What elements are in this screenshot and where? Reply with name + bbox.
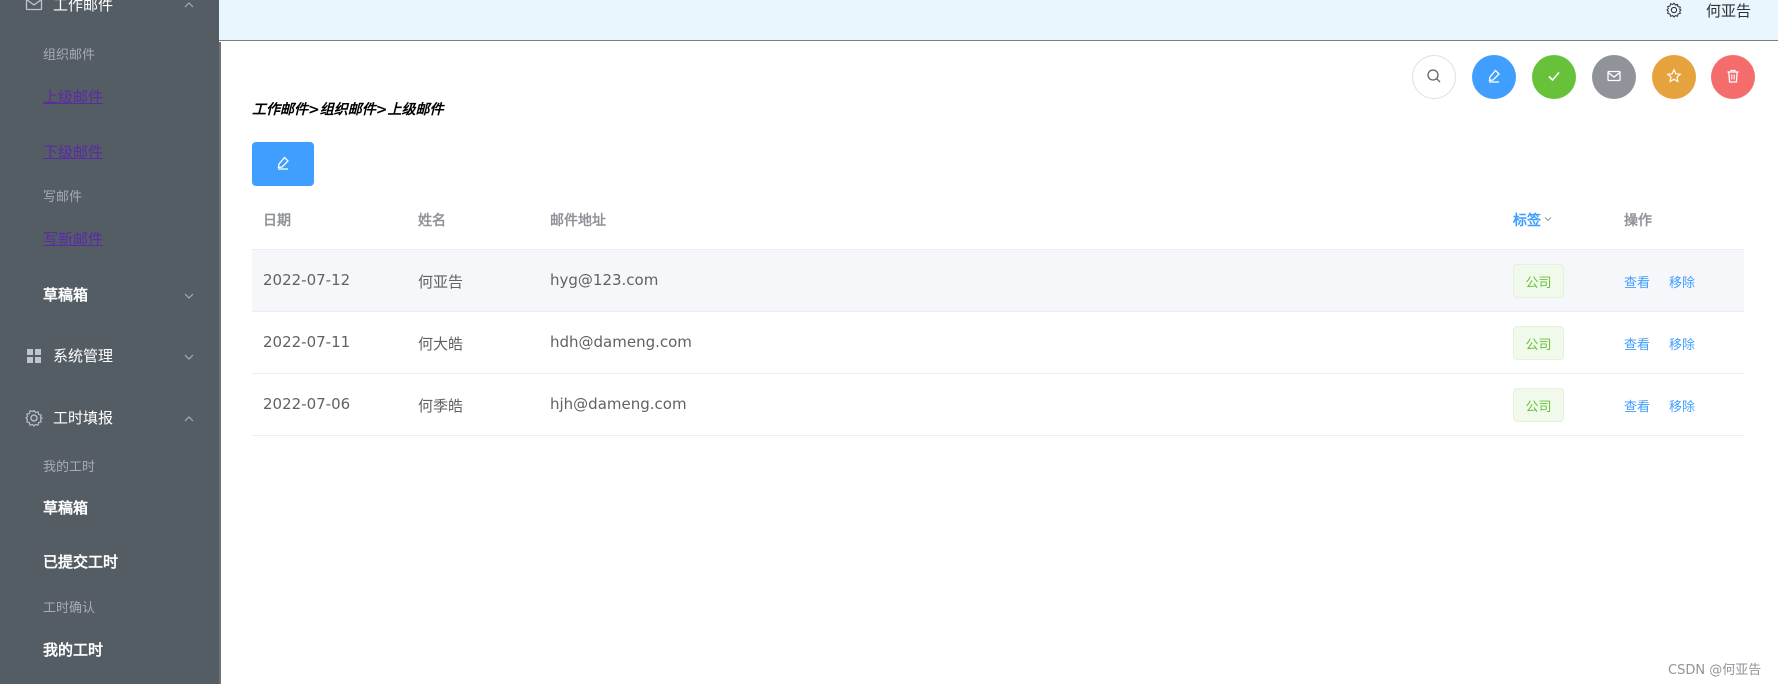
remove-button[interactable]: 移除 (1669, 334, 1695, 353)
star-circle-button[interactable] (1652, 55, 1696, 99)
edit-circle-button[interactable] (1472, 55, 1516, 99)
search-button[interactable] (1412, 55, 1456, 99)
chevron-up-icon (183, 411, 195, 423)
breadcrumb: 工作邮件>组织邮件>上级邮件 (252, 102, 444, 118)
chevron-down-icon (183, 349, 195, 361)
chevron-up-icon (183, 0, 195, 9)
top-header: 何亚告 (219, 0, 1778, 41)
cell-date: 2022-07-12 (263, 271, 351, 289)
tag-badge: 公司 (1513, 326, 1564, 360)
confirm-circle-button[interactable] (1532, 55, 1576, 99)
cell-name: 何季皓 (418, 397, 464, 415)
view-button[interactable]: 查看 (1624, 334, 1650, 353)
column-header-tag-label: 标签 (1513, 213, 1541, 229)
edit-button[interactable] (252, 142, 314, 186)
sidebar-item-subordinate-mail[interactable]: 下级邮件 (43, 141, 103, 162)
edit-icon (1486, 68, 1502, 87)
remove-button[interactable]: 移除 (1669, 396, 1695, 415)
sidebar-item-drafts-hours[interactable]: 草稿箱 (43, 497, 88, 518)
chevron-down-icon (1543, 212, 1553, 228)
mail-icon (24, 0, 44, 14)
cell-date: 2022-07-06 (263, 395, 351, 413)
sidebar-group-label: 工作邮件 (53, 0, 114, 14)
trash-icon (1725, 68, 1741, 87)
sidebar-item-new-mail[interactable]: 写新邮件 (43, 228, 103, 249)
table-row: 2022-07-12 何亚告 hyg@123.com 公司 查看 移除 (252, 250, 1744, 312)
grid-icon (24, 346, 44, 366)
column-header-email: 邮件地址 (550, 213, 606, 229)
check-icon (1546, 68, 1562, 87)
sidebar: 工作邮件 组织邮件 上级邮件 下级邮件 写邮件 写新邮件 草稿箱 系统管理 工时… (0, 0, 219, 684)
gear-icon (24, 408, 44, 428)
watermark: CSDN @何亚告 (1668, 663, 1762, 678)
user-name[interactable]: 何亚告 (1706, 0, 1751, 21)
message-circle-button[interactable] (1592, 55, 1636, 99)
sidebar-subgroup-write-mail: 写邮件 (43, 190, 83, 205)
column-header-tag[interactable]: 标签 (1513, 210, 1553, 230)
column-header-name: 姓名 (418, 213, 446, 229)
sidebar-group-label: 工时填报 (53, 409, 114, 427)
table-row: 2022-07-11 何大皓 hdh@dameng.com 公司 查看 移除 (252, 312, 1744, 374)
mail-icon (1606, 68, 1622, 87)
cell-email: hjh@dameng.com (550, 395, 687, 413)
sidebar-item-submitted-hours[interactable]: 已提交工时 (43, 551, 118, 572)
sidebar-group-label: 系统管理 (53, 347, 114, 365)
sidebar-item-drafts-mail[interactable]: 草稿箱 (0, 284, 219, 306)
view-button[interactable]: 查看 (1624, 272, 1650, 291)
cell-name: 何亚告 (418, 273, 464, 291)
column-header-actions: 操作 (1624, 213, 1652, 229)
tag-badge: 公司 (1513, 388, 1564, 422)
sidebar-subgroup-hours-confirm: 工时确认 (43, 601, 96, 616)
sidebar-subgroup-my-hours: 我的工时 (43, 460, 96, 475)
edit-icon (275, 155, 291, 174)
sidebar-group-timesheet[interactable]: 工时填报 (0, 407, 219, 429)
sidebar-group-work-mail[interactable]: 工作邮件 (0, 0, 219, 14)
sidebar-group-system[interactable]: 系统管理 (0, 345, 219, 367)
sidebar-subgroup-org-mail: 组织邮件 (43, 48, 96, 63)
star-icon (1666, 67, 1682, 87)
view-button[interactable]: 查看 (1624, 396, 1650, 415)
mail-table: 日期 姓名 邮件地址 标签 操作 2022-07-12 何亚告 hyg@123.… (252, 192, 1744, 436)
delete-circle-button[interactable] (1711, 55, 1755, 99)
table-row: 2022-07-06 何季皓 hjh@dameng.com 公司 查看 移除 (252, 374, 1744, 436)
cell-name: 何大皓 (418, 335, 464, 353)
settings-gear-icon[interactable] (1666, 2, 1682, 18)
cell-email: hdh@dameng.com (550, 333, 692, 351)
remove-button[interactable]: 移除 (1669, 272, 1695, 291)
cell-email: hyg@123.com (550, 271, 659, 289)
cell-date: 2022-07-11 (263, 333, 351, 351)
search-icon (1426, 68, 1442, 87)
sidebar-item-my-hours[interactable]: 我的工时 (43, 639, 103, 660)
app-root: 工作邮件 组织邮件 上级邮件 下级邮件 写邮件 写新邮件 草稿箱 系统管理 工时… (0, 0, 1778, 684)
sidebar-item-label: 草稿箱 (43, 286, 89, 304)
sidebar-item-superior-mail[interactable]: 上级邮件 (43, 86, 103, 107)
column-header-date: 日期 (263, 213, 291, 229)
chevron-down-icon (183, 288, 195, 300)
table-header: 日期 姓名 邮件地址 标签 操作 (252, 192, 1744, 250)
tag-badge: 公司 (1513, 264, 1564, 298)
